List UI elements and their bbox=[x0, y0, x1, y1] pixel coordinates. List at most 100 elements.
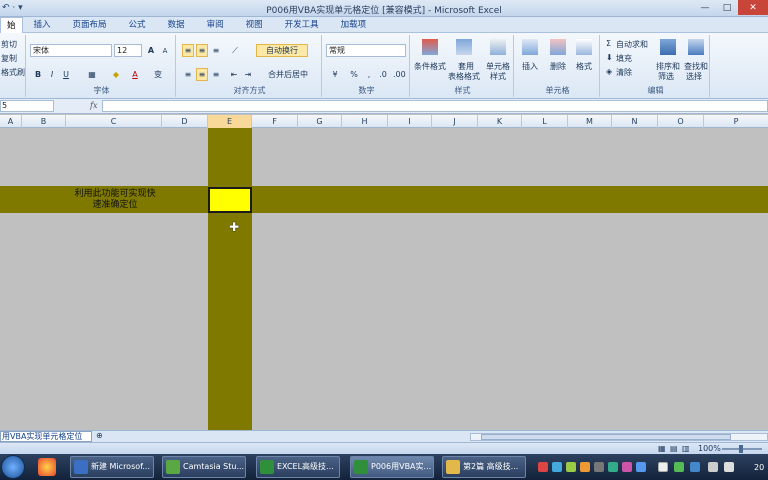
column-header-f[interactable]: F bbox=[252, 115, 298, 128]
column-header-c[interactable]: C bbox=[66, 115, 162, 128]
clear-icon[interactable]: ◈ bbox=[606, 67, 612, 76]
column-header-o[interactable]: O bbox=[658, 115, 704, 128]
start-orb-icon[interactable] bbox=[1, 455, 25, 479]
normal-view-icon[interactable]: ▦ bbox=[658, 444, 666, 453]
worksheet-grid[interactable]: 利用此功能可实现快 速准确定位 ✚ bbox=[0, 128, 768, 430]
sort-filter-icon[interactable] bbox=[660, 39, 676, 55]
tray-icon-8[interactable] bbox=[636, 462, 646, 472]
horizontal-scrollbar[interactable] bbox=[470, 433, 768, 441]
column-header-p[interactable]: P bbox=[704, 115, 768, 128]
task-excel-1[interactable]: EXCEL高级技... bbox=[256, 456, 340, 478]
tab-review[interactable]: 审阅 bbox=[196, 17, 235, 33]
tab-formulas[interactable]: 公式 bbox=[118, 17, 157, 33]
align-middle-icon[interactable]: ≡ bbox=[196, 44, 208, 57]
tab-view[interactable]: 视图 bbox=[235, 17, 274, 33]
new-sheet-icon[interactable]: ⊕ bbox=[96, 431, 103, 440]
close-icon[interactable]: ✕ bbox=[738, 0, 768, 15]
tab-page-layout[interactable]: 页面布局 bbox=[62, 17, 118, 33]
tray-icon-6[interactable] bbox=[608, 462, 618, 472]
tray-icon-5[interactable] bbox=[594, 462, 604, 472]
tray-icon-4[interactable] bbox=[580, 462, 590, 472]
decrease-decimal-icon[interactable]: .00 bbox=[392, 68, 406, 81]
currency-icon[interactable]: ¥ bbox=[328, 68, 342, 81]
tray-icon-7[interactable] bbox=[622, 462, 632, 472]
insert-function-icon[interactable]: fx bbox=[90, 101, 97, 110]
align-center-icon[interactable]: ≡ bbox=[196, 68, 208, 81]
column-header-h[interactable]: H bbox=[342, 115, 388, 128]
merged-cell-text[interactable]: 利用此功能可实现快 速准确定位 bbox=[60, 189, 170, 211]
tab-addins[interactable]: 加载项 bbox=[330, 17, 378, 33]
browser-icon[interactable] bbox=[38, 458, 56, 476]
font-size-select[interactable]: 12 bbox=[114, 44, 142, 57]
formula-input[interactable] bbox=[102, 100, 768, 112]
delete-cells-icon[interactable] bbox=[550, 39, 566, 55]
conditional-format-button[interactable]: 条件格式 bbox=[414, 61, 446, 72]
format-cells-icon[interactable] bbox=[576, 39, 592, 55]
shrink-font-button[interactable]: A bbox=[159, 45, 171, 58]
wrap-text-button[interactable]: 自动换行 bbox=[256, 44, 308, 57]
comma-button[interactable]: , bbox=[364, 68, 374, 81]
task-excel-2[interactable]: P006用VBA实... bbox=[350, 456, 434, 478]
tray-icon-10[interactable] bbox=[674, 462, 684, 472]
merge-center-button[interactable]: 合并后居中 bbox=[258, 68, 318, 81]
grow-font-button[interactable]: A bbox=[145, 44, 157, 57]
orientation-icon[interactable]: ⟋ bbox=[228, 44, 242, 57]
tray-icon-9[interactable] bbox=[658, 462, 668, 472]
increase-decimal-icon[interactable]: .0 bbox=[376, 68, 390, 81]
format-as-table-label-2[interactable]: 表格格式 bbox=[448, 71, 480, 82]
column-header-g[interactable]: G bbox=[298, 115, 342, 128]
fill-icon[interactable]: ⬇ bbox=[606, 53, 613, 62]
tray-icon-1[interactable] bbox=[538, 462, 548, 472]
tray-icon-3[interactable] bbox=[566, 462, 576, 472]
tab-home[interactable]: 始 bbox=[0, 17, 23, 33]
maximize-icon[interactable]: □ bbox=[716, 0, 738, 15]
cut-button[interactable]: 剪切 bbox=[1, 39, 17, 50]
tab-data[interactable]: 数据 bbox=[157, 17, 196, 33]
align-bottom-icon[interactable]: ≡ bbox=[210, 44, 222, 57]
autosum-button[interactable]: 自动求和 bbox=[616, 39, 648, 50]
delete-cells-button[interactable]: 删除 bbox=[550, 61, 566, 72]
font-color-button[interactable]: A bbox=[128, 68, 142, 81]
borders-icon[interactable]: ▦ bbox=[84, 68, 100, 81]
active-cell[interactable] bbox=[208, 187, 252, 213]
column-header-m[interactable]: M bbox=[568, 115, 612, 128]
name-box[interactable]: 5 bbox=[0, 100, 54, 112]
underline-button[interactable]: U bbox=[60, 68, 72, 81]
decrease-indent-icon[interactable]: ⇤ bbox=[228, 68, 240, 81]
column-header-i[interactable]: I bbox=[388, 115, 432, 128]
tab-insert[interactable]: 插入 bbox=[23, 17, 62, 33]
align-top-icon[interactable]: ≡ bbox=[182, 44, 194, 57]
volume-icon[interactable] bbox=[724, 462, 734, 472]
tray-icon-11[interactable] bbox=[690, 462, 700, 472]
align-right-icon[interactable]: ≡ bbox=[210, 68, 222, 81]
page-break-view-icon[interactable]: ▥ bbox=[682, 444, 690, 453]
clock[interactable]: 20 bbox=[754, 463, 764, 472]
find-select-label-2[interactable]: 选择 bbox=[686, 71, 702, 82]
zoom-level[interactable]: 100% bbox=[698, 444, 721, 453]
page-layout-view-icon[interactable]: ▤ bbox=[670, 444, 678, 453]
column-header-e[interactable]: E bbox=[208, 115, 252, 128]
task-folder[interactable]: 第2篇 高级技... bbox=[442, 456, 526, 478]
tab-developer[interactable]: 开发工具 bbox=[274, 17, 330, 33]
tray-icon-2[interactable] bbox=[552, 462, 562, 472]
insert-cells-button[interactable]: 插入 bbox=[522, 61, 538, 72]
format-as-table-icon[interactable] bbox=[456, 39, 472, 55]
column-header-b[interactable]: B bbox=[22, 115, 66, 128]
copy-button[interactable]: 复制 bbox=[1, 53, 17, 64]
network-icon[interactable] bbox=[708, 462, 718, 472]
horizontal-scroll-thumb[interactable] bbox=[481, 434, 731, 440]
number-format-select[interactable]: 常规 bbox=[326, 44, 406, 57]
increase-indent-icon[interactable]: ⇥ bbox=[242, 68, 254, 81]
find-select-icon[interactable] bbox=[688, 39, 704, 55]
task-camtasia[interactable]: Camtasia Stu... bbox=[162, 456, 246, 478]
task-word[interactable]: 新建 Microsof... bbox=[70, 456, 154, 478]
sheet-tab-active[interactable]: 用VBA实现单元格定位 bbox=[0, 431, 92, 442]
column-header-n[interactable]: N bbox=[612, 115, 658, 128]
column-header-a[interactable]: A bbox=[0, 115, 22, 128]
cell-styles-icon[interactable] bbox=[490, 39, 506, 55]
autosum-icon[interactable]: Σ bbox=[606, 39, 611, 48]
column-header-k[interactable]: K bbox=[478, 115, 522, 128]
format-painter-button[interactable]: 格式刷 bbox=[1, 67, 25, 78]
zoom-slider-knob[interactable] bbox=[739, 445, 743, 453]
column-header-j[interactable]: J bbox=[432, 115, 478, 128]
